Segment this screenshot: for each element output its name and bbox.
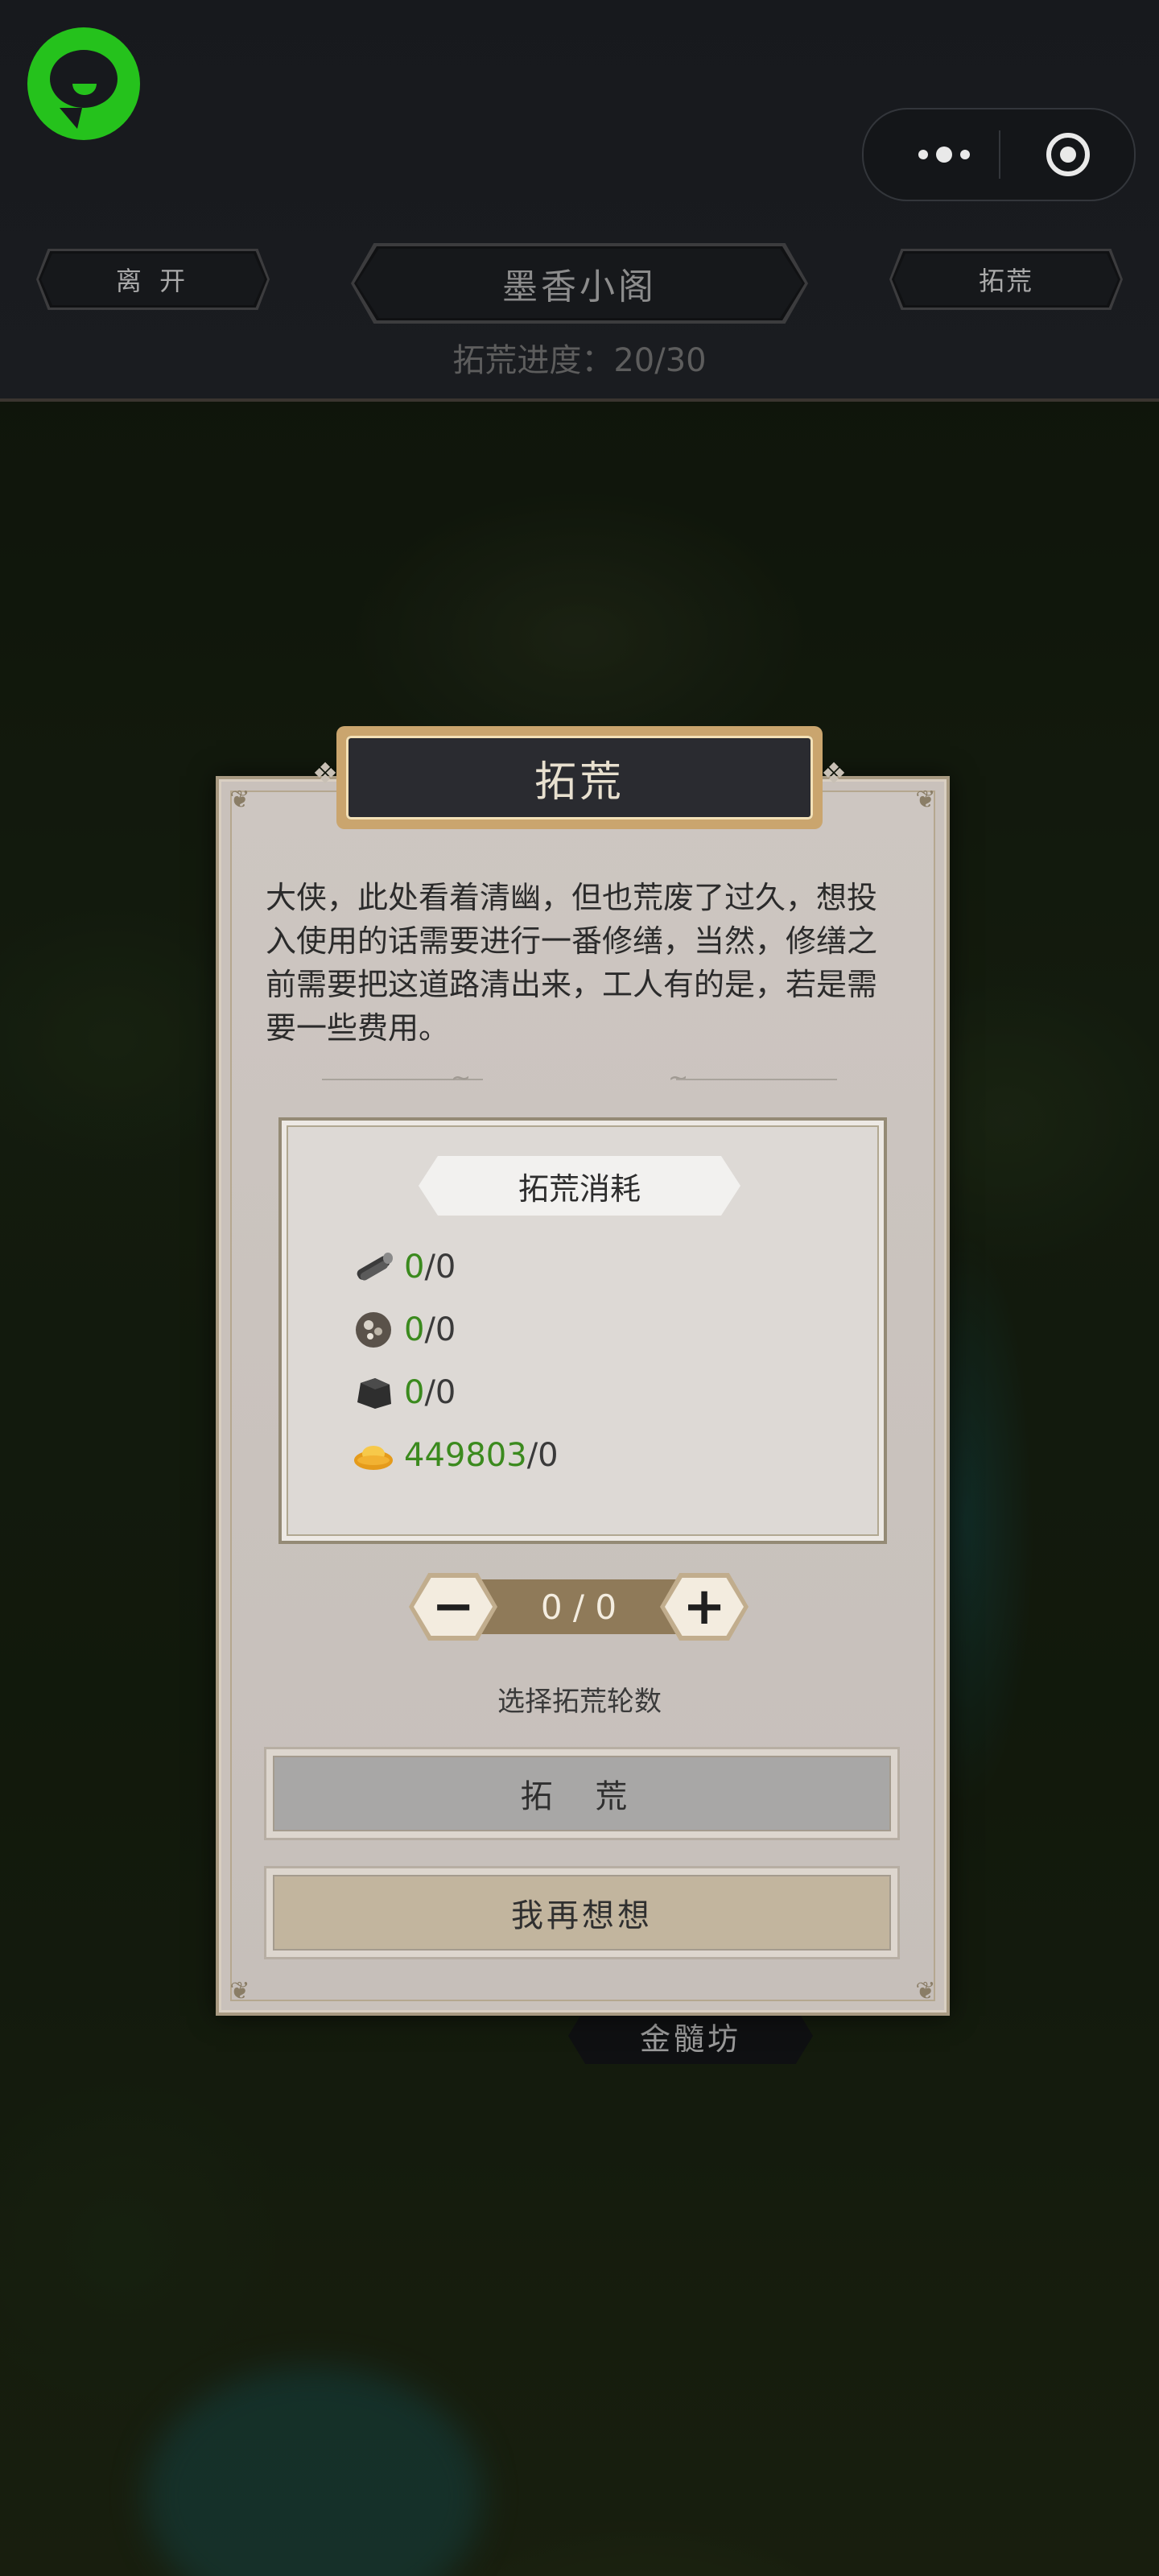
corner-ornament-icon: ❦ xyxy=(229,786,250,814)
reclaim-button[interactable]: 拓荒 xyxy=(892,251,1120,308)
building-label-jinsuifang[interactable]: 金髓坊 xyxy=(568,2008,813,2064)
wood-log-icon xyxy=(351,1245,396,1290)
location-title: 墨香小阁 xyxy=(354,246,805,320)
stone-block-icon xyxy=(351,1370,396,1415)
cost-row-stone: 0/0 xyxy=(351,1368,456,1417)
cost-row-gold: 449803/0 xyxy=(351,1431,559,1480)
stepper-value: 0 / 0 xyxy=(540,1587,617,1627)
dialog-title: 拓荒 xyxy=(336,726,823,829)
confirm-reclaim-button[interactable]: 拓 荒 xyxy=(264,1747,900,1840)
top-bar: 离 开 墨香小阁 拓荒 拓荒进度：20/30 xyxy=(0,0,1159,402)
close-target-icon[interactable] xyxy=(1044,130,1092,179)
plus-icon: + xyxy=(665,1578,744,1636)
reclaim-progress: 拓荒进度：20/30 xyxy=(452,342,707,379)
mini-program-capsule xyxy=(862,108,1136,201)
divider xyxy=(676,1079,837,1088)
corner-ornament-icon: ❦ xyxy=(915,1977,936,2005)
cost-panel-title: 拓荒消耗 xyxy=(419,1156,740,1216)
corner-ornament-icon: ❦ xyxy=(229,1977,250,2005)
stepper-caption: 选择拓荒轮数 xyxy=(497,1686,662,1718)
divider-ornament-icon: ~ xyxy=(451,1064,472,1092)
cancel-button[interactable]: 我再想想 xyxy=(264,1866,900,1959)
minus-icon: − xyxy=(414,1578,493,1636)
more-icon[interactable] xyxy=(904,138,984,171)
round-stepper: 0 / 0 − + xyxy=(409,1573,749,1641)
app-logo-icon xyxy=(27,27,140,140)
dialog-description: 大侠，此处看着清幽，但也荒废了过久，想投入使用的话需要进行一番修缮，当然，修缮之… xyxy=(266,880,878,1046)
ore-chunk-icon xyxy=(351,1307,396,1352)
cost-row-wood: 0/0 xyxy=(351,1243,456,1291)
leave-button[interactable]: 离 开 xyxy=(39,251,267,308)
gold-ingot-icon xyxy=(351,1433,396,1478)
corner-ornament-icon: ❦ xyxy=(915,786,936,814)
cost-row-ore: 0/0 xyxy=(351,1306,456,1354)
